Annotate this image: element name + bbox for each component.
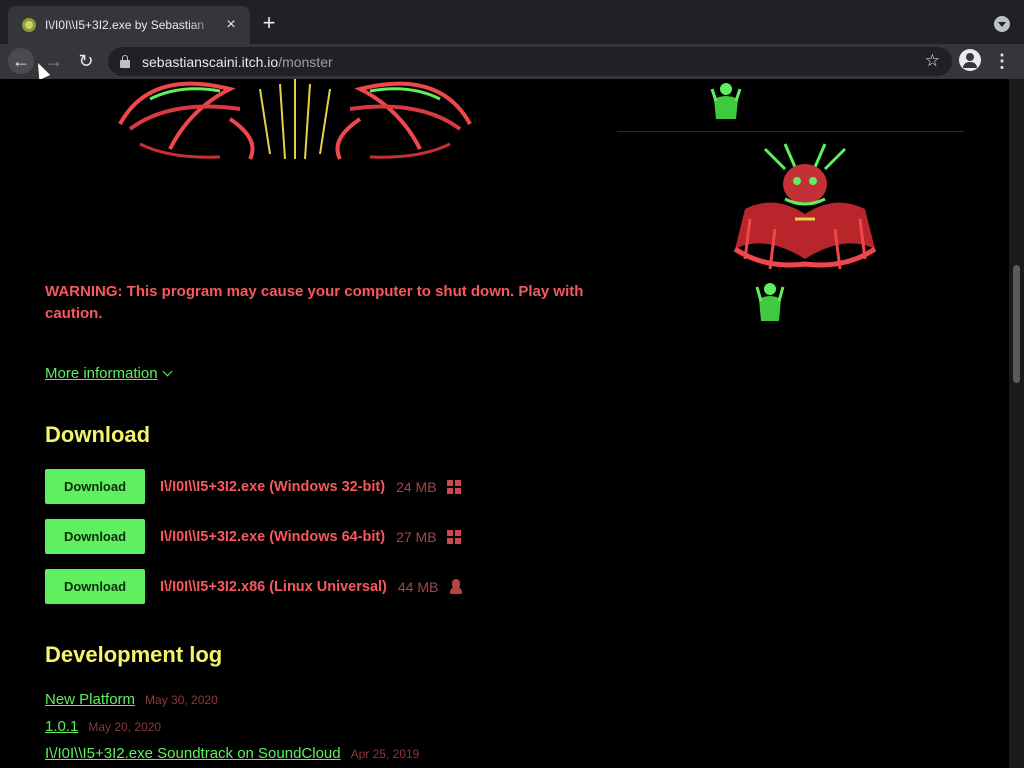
page-content: WARNING: This program may cause your com… <box>0 79 1024 768</box>
bookmark-star-icon[interactable]: ☆ <box>925 51 940 71</box>
new-tab-button[interactable]: + <box>259 12 279 34</box>
devlog-entry: New Platform May 30, 2020 <box>45 691 218 708</box>
download-file-name: I\/I0I\\I5+3I2.exe (Windows 32-bit) <box>160 478 386 495</box>
devlog-entry: I\/I0I\\I5+3I2.exe Soundtrack on SoundCl… <box>45 745 419 762</box>
devlog-link[interactable]: I\/I0I\\I5+3I2.exe Soundtrack on SoundCl… <box>45 745 341 762</box>
page-scrollbar[interactable] <box>1009 79 1024 768</box>
profile-avatar-icon[interactable] <box>959 49 981 71</box>
browser-tab[interactable]: I\/I0I\\I5+3I2.exe by Sebastian × <box>8 6 250 44</box>
windows-icon <box>446 479 461 494</box>
address-bar[interactable]: sebastianscaini.itch.io/monster ☆ <box>108 47 952 76</box>
reload-button[interactable]: ↻ <box>73 48 99 74</box>
monster-art-top <box>118 79 472 160</box>
close-tab-icon[interactable]: × <box>222 17 240 33</box>
more-information-label: More information <box>45 365 158 382</box>
devlog-link[interactable]: 1.0.1 <box>45 718 78 735</box>
download-heading: Download <box>45 422 151 447</box>
itch-favicon-icon <box>22 18 36 32</box>
download-row: Download I\/I0I\\I5+3I2.exe (Windows 64-… <box>45 519 461 554</box>
chevron-down-icon <box>162 366 172 377</box>
sidebar-divider <box>617 131 964 132</box>
green-figure-top <box>710 83 742 119</box>
tab-strip: I\/I0I\\I5+3I2.exe by Sebastian × + <box>0 0 1024 44</box>
monster-art-side <box>733 143 877 321</box>
download-row: Download I\/I0I\\I5+3I2.exe (Windows 32-… <box>45 469 461 504</box>
devlog-date: Apr 25, 2019 <box>350 747 420 761</box>
warning-text: WARNING: This program may cause your com… <box>45 283 584 322</box>
devlog-date: May 30, 2020 <box>145 693 218 707</box>
devlog-heading: Development log <box>45 642 223 667</box>
browser-toolbar: ← → ↻ sebastianscaini.itch.io/monster ☆ … <box>0 44 1024 79</box>
devlog-link[interactable]: New Platform <box>45 691 135 708</box>
linux-icon <box>449 578 463 595</box>
download-row: Download I\/I0I\\I5+3I2.x86 (Linux Unive… <box>45 569 463 604</box>
back-button[interactable]: ← <box>8 48 34 74</box>
scrollbar-thumb[interactable] <box>1013 265 1020 383</box>
url-host: sebastianscaini.itch.io <box>142 53 279 70</box>
devlog-date: May 20, 2020 <box>88 720 162 734</box>
lock-icon[interactable] <box>120 54 130 68</box>
more-information-link[interactable]: More information <box>45 365 172 382</box>
download-file-name: I\/I0I\\I5+3I2.exe (Windows 64-bit) <box>160 528 386 545</box>
download-button[interactable]: Download <box>45 569 145 604</box>
url-path: /monster <box>278 53 333 70</box>
download-file-name: I\/I0I\\I5+3I2.x86 (Linux Universal) <box>160 578 387 595</box>
devlog-entry: 1.0.1 May 20, 2020 <box>45 718 161 735</box>
download-file-size: 27 MB <box>396 528 437 545</box>
download-button[interactable]: Download <box>45 469 145 504</box>
tab-search-icon[interactable] <box>994 16 1010 32</box>
tab-title: I\/I0I\\I5+3I2.exe by Sebastian <box>45 18 205 32</box>
download-file-size: 44 MB <box>397 578 439 595</box>
download-button[interactable]: Download <box>45 519 145 554</box>
browser-menu-icon[interactable]: ⋮ <box>992 50 1012 72</box>
download-file-size: 24 MB <box>396 478 437 495</box>
windows-icon <box>446 529 461 544</box>
